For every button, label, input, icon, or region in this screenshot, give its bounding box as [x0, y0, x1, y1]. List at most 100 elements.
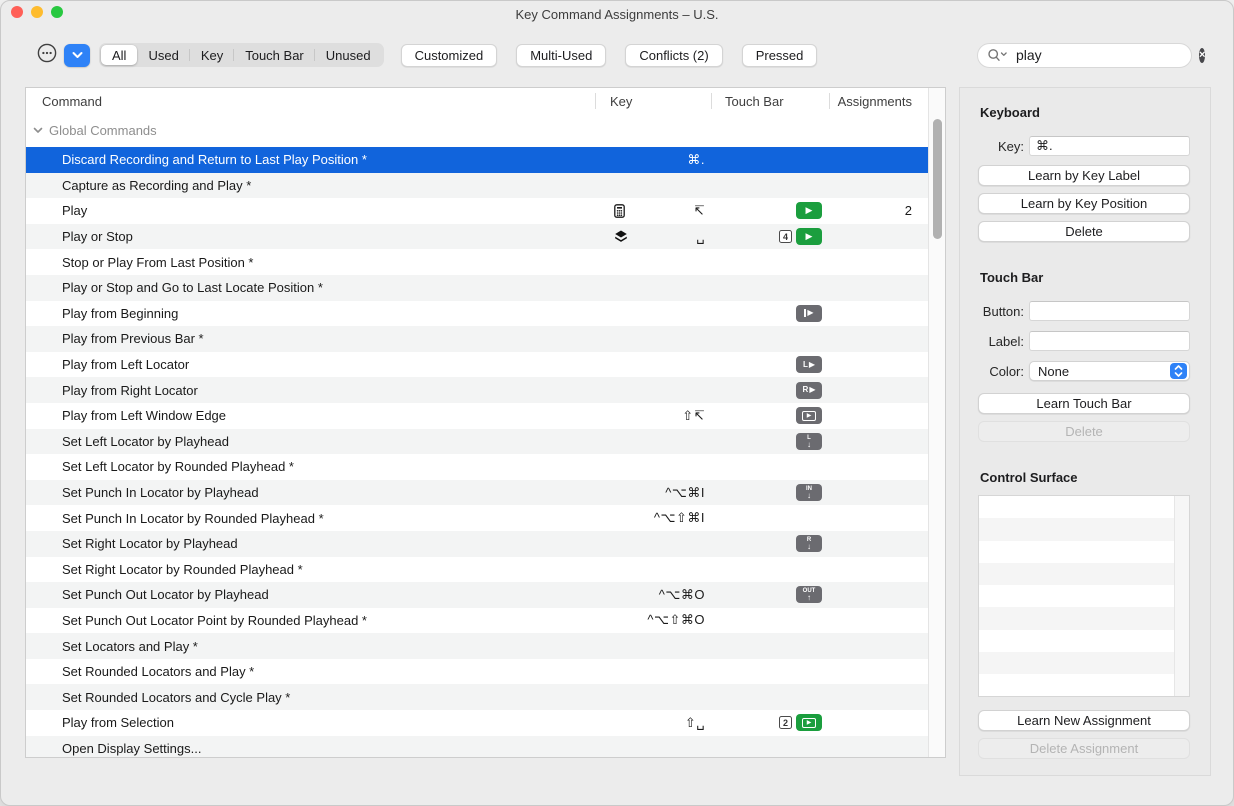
command-row[interactable]: Set Punch Out Locator Point by Rounded P…: [26, 607, 945, 634]
key-cell: ^⌥⇧⌘O: [595, 612, 711, 628]
command-row[interactable]: Discard Recording and Return to Last Pla…: [26, 147, 945, 173]
command-row[interactable]: Set Left Locator by Rounded Playhead *: [26, 454, 945, 480]
command-row[interactable]: Set Punch In Locator by Playhead ^⌥⌘I IN ↓: [26, 479, 945, 506]
command-name: Play from Left Window Edge: [62, 408, 227, 424]
touchbar-button-label: Button:: [982, 303, 1024, 319]
ellipsis-circle-icon: [36, 42, 58, 69]
table-scrollbar[interactable]: [928, 88, 945, 757]
command-row[interactable]: Stop or Play From Last Position *: [26, 249, 945, 275]
search-input[interactable]: [1014, 46, 1199, 64]
learn-by-key-position-button[interactable]: Learn by Key Position: [978, 193, 1190, 214]
key-shortcut: ␣: [696, 228, 705, 244]
command-name: Set Punch Out Locator by Playhead: [62, 587, 269, 603]
key-cell: ␣: [595, 229, 711, 245]
touchbar-cell: L ▶: [711, 356, 829, 374]
key-shortcut: ⇧␣: [684, 714, 705, 730]
key-shortcut: ↸: [693, 202, 705, 218]
command-name: Open Display Settings...: [62, 740, 202, 756]
command-row[interactable]: Set Punch Out Locator by Playhead ^⌥⌘O OUT…: [26, 582, 945, 608]
command-name: Capture as Recording and Play *: [62, 177, 252, 193]
key-cell: ^⌥⇧⌘I: [595, 510, 711, 526]
column-header-key[interactable]: Key: [595, 94, 711, 109]
command-row[interactable]: Set Rounded Locators and Play *: [26, 658, 945, 685]
group-row-global-commands[interactable]: Global Commands: [26, 114, 945, 147]
learn-by-key-label-button[interactable]: Learn by Key Label: [978, 165, 1190, 186]
search-icon: [987, 48, 1009, 62]
disclosure-chevron-icon[interactable]: [33, 127, 43, 134]
touchbar-color-popup[interactable]: None: [1029, 361, 1190, 381]
key-cell: ^⌥⌘O: [595, 587, 711, 603]
key-field[interactable]: [1029, 136, 1190, 156]
control-surface-scrollbar[interactable]: [1174, 496, 1189, 696]
popup-chevrons-icon: [1170, 363, 1187, 379]
command-row[interactable]: Play from Previous Bar *: [26, 326, 945, 352]
command-row[interactable]: Play or Stop ␣ 4 ▶: [26, 223, 945, 250]
color-popup-value: None: [1038, 363, 1070, 379]
touchbar-cell: R ▶: [711, 381, 829, 399]
touchbar-cell: 2 ▶: [711, 714, 829, 732]
touchbar-button-field[interactable]: [1029, 301, 1190, 321]
search-field[interactable]: ×: [977, 42, 1206, 68]
command-name: Play from Left Locator: [62, 357, 190, 373]
command-row[interactable]: Set Right Locator by Playhead R ↓: [26, 530, 945, 557]
learn-touch-bar-button[interactable]: Learn Touch Bar: [978, 393, 1190, 414]
column-header-touchbar[interactable]: Touch Bar: [711, 94, 829, 109]
key-shortcut: ^⌥⇧⌘I: [653, 510, 705, 526]
command-row[interactable]: Play from Beginning ▶: [26, 300, 945, 327]
control-surface-empty-row: [979, 585, 1189, 607]
learn-new-assignment-button[interactable]: Learn New Assignment: [978, 710, 1190, 731]
segment-used[interactable]: Used: [137, 45, 189, 65]
command-name: Set Locators and Play *: [62, 638, 198, 654]
customized-button[interactable]: Customized: [400, 43, 498, 67]
control-surface-empty-row: [979, 496, 1189, 518]
pressed-button[interactable]: Pressed: [741, 43, 818, 67]
clear-search-icon[interactable]: ×: [1199, 47, 1206, 63]
command-name: Play from Previous Bar *: [62, 331, 204, 347]
play-from-right-locator-icon: R ▶: [796, 381, 822, 399]
key-cell: ⇧␣: [595, 715, 711, 731]
key-shortcut: ^⌥⌘O: [658, 586, 705, 602]
action-menu-button[interactable]: [35, 42, 58, 69]
segment-touch-bar[interactable]: Touch Bar: [233, 45, 315, 65]
command-row[interactable]: Play ↸ ▶ 2: [26, 198, 945, 224]
command-name: Play from Beginning: [62, 305, 179, 321]
key-shortcut: ^⌥⌘I: [665, 484, 705, 500]
conflicts-2-button[interactable]: Conflicts (2): [625, 43, 723, 67]
control-surface-list[interactable]: [978, 495, 1190, 697]
column-header-command[interactable]: Command: [26, 94, 595, 109]
command-row[interactable]: Play from Left Locator L ▶: [26, 351, 945, 378]
control-surface-empty-row: [979, 674, 1189, 696]
touchbar-color-label: Color:: [989, 363, 1024, 379]
play-green-icon: ▶: [796, 228, 822, 246]
command-row[interactable]: Capture as Recording and Play *: [26, 172, 945, 199]
segment-key[interactable]: Key: [188, 45, 234, 65]
inspector-panel: Keyboard Key: Learn by Key Label Learn b…: [959, 87, 1211, 776]
command-row[interactable]: Set Left Locator by Playhead L ↓: [26, 428, 945, 455]
options-dropdown-button[interactable]: [64, 43, 90, 67]
command-name: Play from Right Locator: [62, 382, 198, 398]
command-row[interactable]: Set Rounded Locators and Cycle Play *: [26, 684, 945, 711]
key-field-label: Key:: [997, 138, 1024, 154]
key-shortcut: ^⌥⇧⌘O: [647, 612, 705, 628]
command-row[interactable]: Play or Stop and Go to Last Locate Posit…: [26, 274, 945, 301]
command-row[interactable]: Play from Selection ⇧␣ 2 ▶: [26, 710, 945, 736]
command-row[interactable]: Open Display Settings...: [26, 735, 945, 757]
touchbar-label-field[interactable]: [1029, 331, 1190, 351]
multi-used-button[interactable]: Multi-Used: [516, 43, 607, 67]
keyboard-delete-button[interactable]: Delete: [978, 221, 1190, 242]
touchbar-badge: 4: [779, 230, 792, 244]
command-row[interactable]: Play from Right Locator R ▶: [26, 377, 945, 403]
command-name: Play or Stop and Go to Last Locate Posit…: [62, 280, 323, 296]
command-row[interactable]: Set Locators and Play *: [26, 633, 945, 659]
touchbar-section-heading: Touch Bar: [980, 270, 1044, 285]
scrollbar-thumb[interactable]: [932, 119, 942, 239]
control-surface-empty-row: [979, 541, 1189, 563]
key-shortcut: ⌘.: [687, 151, 705, 167]
key-cell: ↸: [595, 203, 711, 219]
command-row[interactable]: Set Punch In Locator by Rounded Playhead…: [26, 505, 945, 531]
control-surface-empty-row: [979, 607, 1189, 630]
segment-all[interactable]: All: [101, 45, 138, 65]
command-row[interactable]: Set Right Locator by Rounded Playhead *: [26, 556, 945, 583]
command-row[interactable]: Play from Left Window Edge ⇧↸ ▶: [26, 402, 945, 429]
segment-unused[interactable]: Unused: [313, 45, 382, 65]
